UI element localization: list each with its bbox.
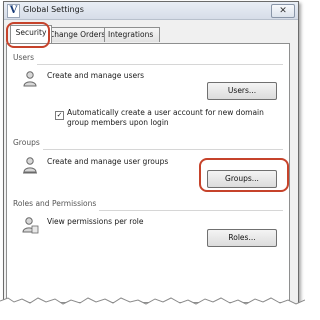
- tab-change-orders[interactable]: Change Orders: [45, 27, 111, 42]
- roles-description: View permissions per role: [47, 217, 144, 226]
- user-group-icon: [23, 157, 37, 174]
- users-button[interactable]: Users...: [207, 82, 277, 100]
- window-title: Global Settings: [23, 5, 84, 14]
- groups-section-divider: [43, 149, 283, 150]
- roles-section-title: Roles and Permissions: [13, 199, 97, 208]
- users-section-title: Users: [13, 53, 35, 62]
- app-icon: V: [7, 4, 20, 18]
- title-bar: V Global Settings ✕: [4, 2, 298, 20]
- groups-description: Create and manage user groups: [47, 157, 169, 166]
- users-description: Create and manage users: [47, 71, 145, 80]
- auto-create-user-label: Automatically create a user account for …: [67, 108, 264, 127]
- groups-button-highlight: [199, 158, 289, 192]
- auto-create-user-checkbox[interactable]: ✓: [55, 111, 64, 120]
- users-section-divider: [37, 64, 283, 65]
- roles-button[interactable]: Roles...: [207, 229, 277, 247]
- security-tab-highlight: [6, 22, 50, 48]
- tab-integrations[interactable]: Integrations: [104, 27, 160, 42]
- user-icon: [23, 71, 37, 87]
- close-button[interactable]: ✕: [271, 4, 295, 18]
- user-roles-icon: [22, 217, 39, 234]
- torn-edge: [0, 297, 305, 320]
- groups-section-title: Groups: [13, 138, 40, 147]
- roles-section-divider: [99, 210, 283, 211]
